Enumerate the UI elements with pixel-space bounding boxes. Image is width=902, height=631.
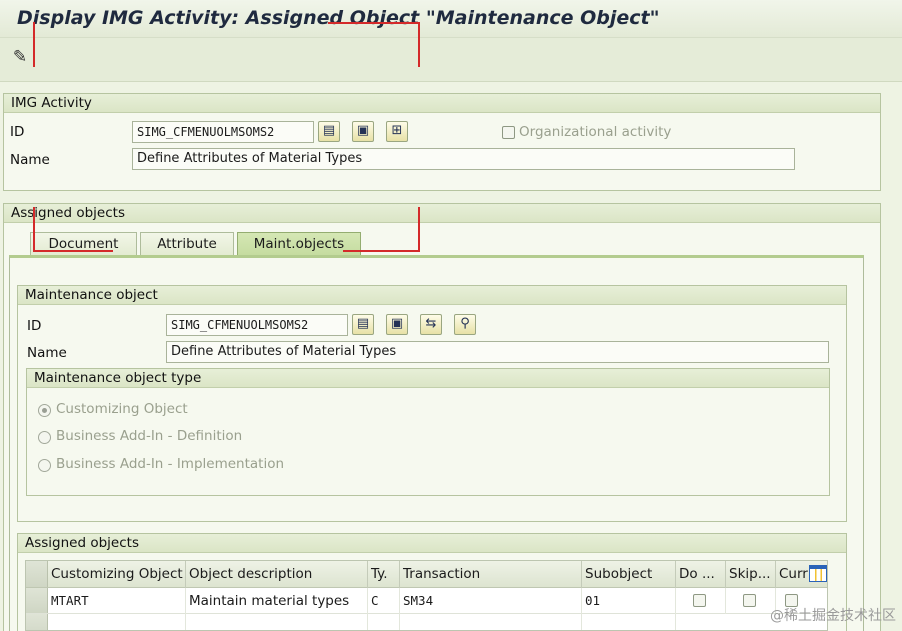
badi-definition-label: Business Add-In - Definition [56, 428, 243, 444]
page-title: Display IMG Activity: Assigned Object "M… [17, 7, 660, 29]
do-checkbox[interactable] [693, 594, 706, 607]
column-header[interactable]: Curr [776, 561, 808, 588]
empty-cell [368, 614, 400, 630]
documentation-icon[interactable]: ▤ [352, 314, 374, 335]
column-header[interactable]: Object description [186, 561, 368, 588]
column-header[interactable]: Skip... [726, 561, 776, 588]
watermark: @稀土掘金技术社区 [770, 608, 896, 624]
cell-object-description: Maintain material types [186, 588, 368, 614]
annotation-line [33, 250, 113, 252]
annotation-line [33, 207, 35, 252]
group-title: Assigned objects [18, 534, 846, 553]
group-title: IMG Activity [4, 94, 880, 113]
name-label: Name [27, 345, 67, 361]
select-all-cell[interactable] [26, 561, 48, 587]
table-row[interactable]: MTART Maintain material types C SM34 01 [26, 588, 827, 614]
save-icon[interactable]: ▣ [352, 121, 374, 142]
save-icon[interactable]: ▣ [386, 314, 408, 335]
cell-skip [726, 588, 776, 614]
maintenance-object-id-field[interactable]: SIMG_CFMENUOLMSOMS2 [166, 314, 348, 336]
row-selector[interactable] [26, 614, 48, 630]
img-activity-group: IMG Activity ID SIMG_CFMENUOLMSOMS2 ▤ ▣ … [3, 93, 881, 191]
empty-cell [400, 614, 582, 630]
column-header[interactable]: Customizing Object [48, 561, 186, 588]
maintenance-object-group: Maintenance object ID SIMG_CFMENUOLMSOMS… [17, 285, 847, 522]
annotation-line [418, 207, 420, 252]
application-toolbar: ✎ [0, 38, 902, 82]
group-title: Maintenance object type [27, 369, 829, 388]
cell-do [676, 588, 726, 614]
group-title: Assigned objects [4, 204, 880, 223]
name-field[interactable]: Define Attributes of Material Types [132, 148, 795, 170]
tab-attribute[interactable]: Attribute [140, 232, 234, 255]
cell-subobject: 01 [582, 588, 676, 614]
maintenance-object-name-field[interactable]: Define Attributes of Material Types [166, 341, 829, 363]
display-change-icon[interactable]: ✎ [9, 46, 31, 68]
annotation-line [418, 22, 420, 67]
column-header[interactable]: Do ... [676, 561, 726, 588]
organizational-activity-label: Organizational activity [519, 124, 672, 140]
group-title: Maintenance object [18, 286, 846, 305]
column-header[interactable]: Subobject [582, 561, 676, 588]
customizing-object-radio[interactable] [38, 404, 51, 417]
name-label: Name [10, 152, 50, 168]
skip-checkbox[interactable] [743, 594, 756, 607]
id-label: ID [10, 124, 25, 140]
cell-transaction: SM34 [400, 588, 582, 614]
maintenance-object-type-group: Maintenance object type Customizing Obje… [26, 368, 830, 496]
table-header: Customizing Object Object description Ty… [26, 561, 827, 588]
column-header[interactable]: Ty. [368, 561, 400, 588]
customizing-object-label: Customizing Object [56, 401, 188, 417]
navigate-icon[interactable]: ⇆ [420, 314, 442, 335]
empty-cell [582, 614, 676, 630]
find-icon[interactable]: ⚲ [454, 314, 476, 335]
id-label: ID [27, 318, 42, 334]
annotation-line [328, 22, 420, 24]
organizational-activity-checkbox[interactable] [502, 126, 515, 139]
row-selector[interactable] [26, 588, 48, 613]
hierarchy-icon[interactable]: ⊞ [386, 121, 408, 142]
annotation-line [343, 250, 420, 252]
documentation-icon[interactable]: ▤ [318, 121, 340, 142]
annotation-line [33, 22, 35, 67]
badi-definition-radio[interactable] [38, 431, 51, 444]
assigned-objects-table: Customizing Object Object description Ty… [25, 560, 828, 631]
title-bar: Display IMG Activity: Assigned Object "M… [0, 0, 902, 38]
badi-implementation-label: Business Add-In - Implementation [56, 456, 285, 472]
table-row[interactable] [26, 614, 827, 630]
empty-cell [186, 614, 368, 630]
empty-cell [48, 614, 186, 630]
badi-implementation-radio[interactable] [38, 459, 51, 472]
cell-type: C [368, 588, 400, 614]
table-settings-icon[interactable] [809, 565, 827, 582]
column-header[interactable]: Transaction [400, 561, 582, 588]
cell-customizing-object: MTART [48, 588, 186, 614]
id-field[interactable]: SIMG_CFMENUOLMSOMS2 [132, 121, 314, 143]
